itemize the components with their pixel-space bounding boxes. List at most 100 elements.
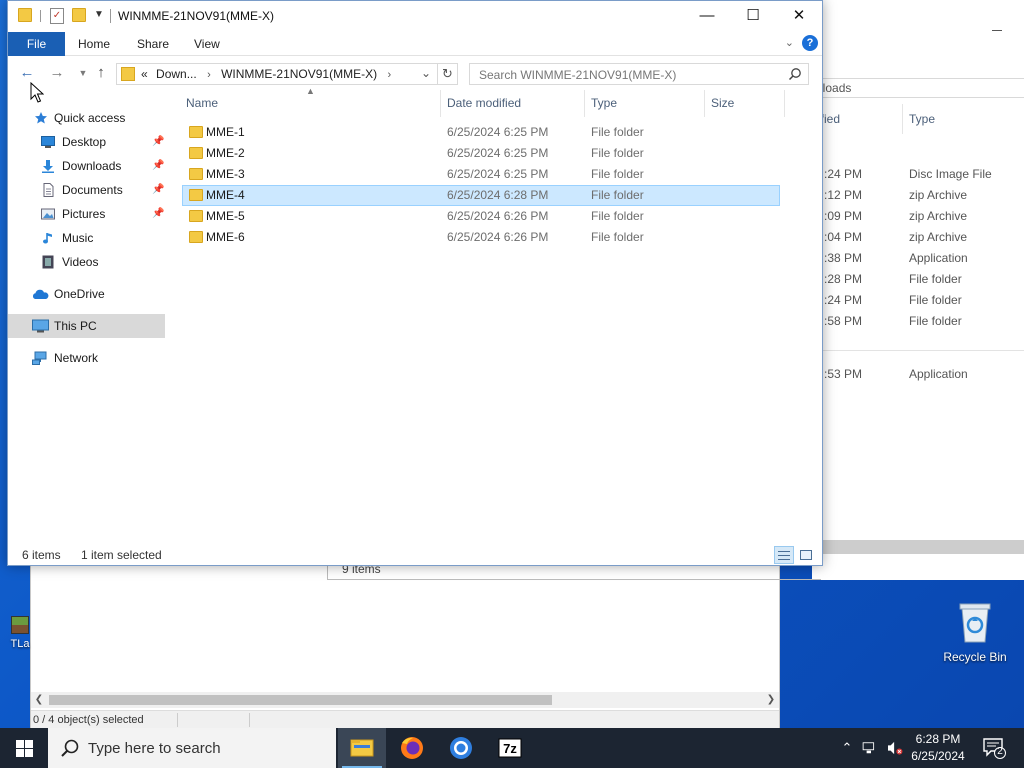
chevron-right-icon[interactable]: › [207,69,211,81]
system-clock[interactable]: 6:28 PM 6/25/2024 [898,731,978,765]
nav-this-pc[interactable]: This PC [8,314,165,338]
clock-time: 6:28 PM [915,732,961,746]
bg-row[interactable]: :58 PM File folder [812,311,1024,332]
taskbar-chrome[interactable] [437,728,485,768]
nav-pictures[interactable]: Pictures 📌 [8,202,165,226]
tab-home[interactable]: Home [65,32,123,56]
tab-view[interactable]: View [181,32,233,56]
minimize-button[interactable]: — [684,1,730,32]
column-separator[interactable] [440,90,441,117]
file-row[interactable]: MME-6 6/25/2024 6:26 PM File folder [182,227,780,248]
start-button[interactable] [0,728,48,768]
expand-ribbon-icon[interactable]: ⌄ [785,36,794,49]
column-type[interactable]: Type [591,90,617,117]
scroll-right-icon[interactable]: ❯ [763,692,779,708]
bg-row[interactable]: :09 PM zip Archive [812,206,1024,227]
column-date-modified[interactable]: Date modified [447,90,521,117]
nav-videos[interactable]: Videos [8,250,165,274]
bg-row[interactable]: :38 PM Application [812,248,1024,269]
pin-icon[interactable]: 📌 [152,178,164,202]
taskbar-7zip[interactable]: 7z [486,728,534,768]
folder-icon [18,8,32,22]
help-icon[interactable]: ? [802,35,818,51]
bg-titlebar [812,0,1024,62]
file-row[interactable]: MME-1 6/25/2024 6:25 PM File folder [182,122,780,143]
forward-arrow-icon[interactable]: → [46,63,68,83]
maximize-button[interactable]: ☐ [730,1,776,32]
back-arrow-icon[interactable]: ← [16,63,38,83]
column-name[interactable]: Name [186,90,218,117]
scroll-left-icon[interactable]: ❮ [31,692,47,708]
nav-label: Music [62,231,94,245]
search-icon[interactable] [788,67,802,81]
column-separator[interactable] [784,90,785,117]
file-row[interactable]: MME-3 6/25/2024 6:25 PM File folder [182,164,780,185]
nav-desktop[interactable]: Desktop 📌 [8,130,165,154]
bg-scrollbar[interactable] [812,540,1024,554]
refresh-icon[interactable]: ↻ [437,64,457,84]
nav-music[interactable]: Music [8,226,165,250]
breadcrumb-overflow[interactable]: « [141,67,148,81]
search-input[interactable] [479,68,779,82]
bg-row[interactable]: :24 PM Disc Image File [812,164,1024,185]
bg-row[interactable]: :04 PM zip Archive [812,227,1024,248]
taskbar-file-explorer[interactable] [338,728,386,768]
file-name: MME-5 [206,209,245,223]
bg-row[interactable]: :53 PM Application [812,364,1024,385]
file-row[interactable]: MME-5 6/25/2024 6:26 PM File folder [182,206,780,227]
close-button[interactable]: ✕ [776,1,822,32]
notification-center[interactable]: 2 [982,736,1006,760]
up-arrow-icon[interactable]: ↑ [90,63,112,83]
scrollbar-thumb[interactable] [49,695,552,705]
large-icons-view-icon[interactable] [796,546,816,564]
bg-col-type[interactable]: Type [909,112,935,126]
background-window-bottom[interactable]: 9 items ❮ ❯ 0 / 4 object(s) selected [30,558,821,728]
chevron-down-icon[interactable]: ⌄ [421,66,431,80]
search-box[interactable] [469,63,809,85]
nav-network[interactable]: Network [8,346,165,370]
bg-row[interactable]: :12 PM zip Archive [812,185,1024,206]
nav-documents[interactable]: Documents 📌 [8,178,165,202]
column-separator[interactable] [704,90,705,117]
explorer-window[interactable]: ✓ ▼ WINMME-21NOV91(MME-X) — ☐ ✕ File Hom… [7,0,823,566]
status-separator [177,713,178,727]
address-bar[interactable]: « Down... › WINMME-21NOV91(MME-X) › ⌄ ↻ [116,63,458,85]
bg-row[interactable]: :28 PM File folder [812,269,1024,290]
show-hidden-icons-icon[interactable]: ⌃ [838,728,856,768]
background-window[interactable]: nloads ified Type :24 PM Disc Image File … [812,0,1024,580]
item-count: 6 items [22,548,61,562]
file-row-selected[interactable]: MME-4 6/25/2024 6:28 PM File folder [182,185,780,206]
pin-icon[interactable]: 📌 [152,202,164,226]
tab-file[interactable]: File [8,32,65,56]
tab-share[interactable]: Share [124,32,182,56]
details-view-icon[interactable] [774,546,794,564]
bg-minimize-button[interactable] [992,30,1002,31]
column-size[interactable]: Size [711,90,734,117]
pin-icon[interactable]: 📌 [152,154,164,178]
bg-horizontal-scrollbar[interactable]: ❮ ❯ [31,692,779,708]
network-status-icon[interactable] [860,728,882,768]
bg-address-bar[interactable]: nloads [812,78,1024,98]
properties-icon[interactable]: ✓ [50,8,64,24]
customize-toolbar-icon[interactable]: ▼ [94,9,104,20]
nav-downloads[interactable]: Downloads 📌 [8,154,165,178]
column-separator[interactable] [584,90,585,117]
nav-onedrive[interactable]: OneDrive [8,282,165,306]
file-row[interactable]: MME-2 6/25/2024 6:25 PM File folder [182,143,780,164]
chevron-right-icon[interactable]: › [387,69,391,81]
pin-icon[interactable]: 📌 [152,130,164,154]
breadcrumb-item[interactable]: WINMME-21NOV91(MME-X) [221,67,377,81]
taskbar-firefox[interactable] [388,728,436,768]
tlauncher-shortcut[interactable]: TLa [6,606,34,650]
search-icon [61,739,79,757]
recycle-bin[interactable]: Recycle Bin [940,600,1010,664]
nav-quick-access[interactable]: Quick access [8,106,165,130]
breadcrumb[interactable]: « Down... › WINMME-21NOV91(MME-X) › [141,67,398,81]
bg-row[interactable]: :24 PM File folder [812,290,1024,311]
folder-icon [189,189,203,201]
taskbar-search[interactable]: Type here to search [48,728,336,768]
bg-status-area [812,554,1024,580]
new-folder-icon[interactable] [72,8,86,22]
title-bar[interactable]: ✓ ▼ WINMME-21NOV91(MME-X) — ☐ ✕ [8,1,822,32]
breadcrumb-item[interactable]: Down... [156,67,197,81]
